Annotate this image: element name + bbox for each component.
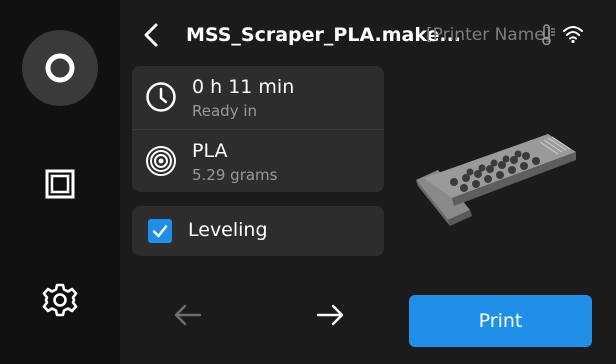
- wifi-icon: [562, 24, 584, 48]
- home-circle-icon: [45, 53, 75, 83]
- arrow-left-icon: [174, 304, 202, 326]
- file-name: MSS_Scraper_PLA.make...: [186, 24, 462, 46]
- arrow-right-icon: [316, 304, 344, 326]
- printer-name: [Printer Name]: [426, 25, 552, 45]
- file-icon: [45, 169, 75, 199]
- print-time-caption: Ready in: [192, 102, 258, 120]
- job-info-card: 0 h 11 min Ready in PLA 5.29 grams: [132, 66, 384, 192]
- print-time-row: 0 h 11 min Ready in: [132, 66, 384, 129]
- gear-icon: [42, 283, 78, 317]
- check-icon: [152, 225, 168, 238]
- leveling-label: Leveling: [188, 219, 268, 241]
- material-value: PLA: [192, 140, 228, 162]
- chevron-left-icon: [144, 23, 158, 47]
- clock-icon: [144, 80, 178, 118]
- material-caption: 5.29 grams: [192, 166, 278, 184]
- filament-spool-icon: [144, 144, 178, 182]
- print-button[interactable]: Print: [409, 295, 592, 347]
- thermometer-icon: [542, 24, 556, 50]
- sidebar-item-settings[interactable]: [30, 270, 90, 330]
- material-row: PLA 5.29 grams: [132, 130, 384, 193]
- previous-button[interactable]: [172, 302, 204, 332]
- sidebar-item-files[interactable]: [30, 154, 90, 214]
- model-preview-image: [408, 128, 598, 228]
- next-button[interactable]: [314, 302, 346, 332]
- sidebar-item-home[interactable]: [22, 30, 98, 106]
- header: MSS_Scraper_PLA.make... [Printer Name]: [120, 0, 616, 70]
- sidebar: [0, 0, 120, 364]
- main-panel: MSS_Scraper_PLA.make... [Printer Name] 0…: [120, 0, 616, 364]
- leveling-checkbox[interactable]: [148, 219, 172, 243]
- leveling-toggle[interactable]: Leveling: [132, 206, 384, 256]
- print-time-value: 0 h 11 min: [192, 76, 295, 98]
- back-button[interactable]: [140, 22, 164, 48]
